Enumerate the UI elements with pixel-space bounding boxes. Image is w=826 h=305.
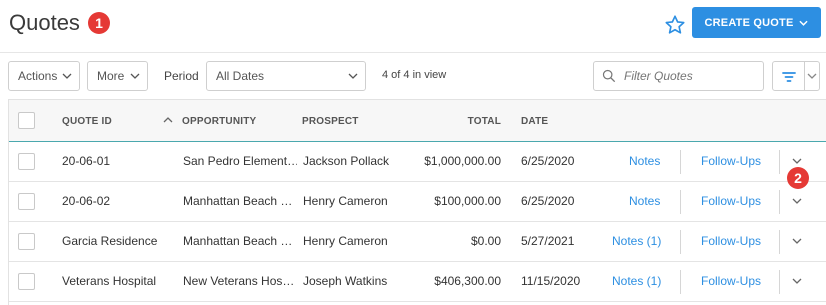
table-row[interactable]: 20-06-02 Manhattan Beach … Henry Cameron…: [9, 182, 826, 222]
row-checkbox[interactable]: [18, 153, 35, 170]
page-title: Quotes: [9, 10, 80, 35]
follow-ups-link[interactable]: Follow-Ups: [701, 234, 761, 248]
toolbar: Actions More Period All Dates 4 of 4 in …: [0, 61, 826, 91]
header-divider: [0, 52, 826, 53]
chevron-down-icon[interactable]: [791, 196, 803, 206]
star-icon[interactable]: [664, 14, 686, 36]
period-value: All Dates: [216, 69, 265, 83]
row-divider: [779, 230, 780, 254]
quote-id-cell[interactable]: 20-06-01: [62, 154, 172, 168]
row-checkbox[interactable]: [18, 233, 35, 250]
filter-options-button[interactable]: [772, 61, 820, 91]
column-header-opportunity[interactable]: OPPORTUNITY: [182, 116, 256, 127]
more-label: More: [97, 69, 125, 83]
period-label: Period: [164, 69, 199, 83]
prospect-cell: Jackson Pollack: [303, 154, 390, 168]
date-cell: 11/15/2020: [521, 274, 581, 288]
quote-id-cell[interactable]: Garcia Residence: [62, 234, 172, 248]
step-badge-1: 1: [88, 12, 110, 34]
page-header: Quotes 1 CREATE QUOTE: [0, 0, 826, 52]
table-row[interactable]: 20-06-01 San Pedro Element… Jackson Poll…: [9, 142, 826, 182]
select-all-checkbox[interactable]: [18, 112, 35, 129]
total-cell: $1,000,000.00: [424, 154, 501, 168]
row-checkbox[interactable]: [18, 193, 35, 210]
follow-ups-link[interactable]: Follow-Ups: [701, 154, 761, 168]
date-cell: 6/25/2020: [521, 194, 575, 208]
actions-label: Actions: [18, 69, 58, 83]
prospect-cell: Joseph Watkins: [303, 274, 388, 288]
total-cell: $100,000.00: [434, 194, 501, 208]
chevron-down-icon[interactable]: [791, 276, 803, 286]
row-divider: [779, 270, 780, 294]
opportunity-cell: Manhattan Beach …: [183, 194, 293, 208]
opportunity-cell: New Veterans Hos…: [183, 274, 295, 288]
column-header-date[interactable]: DATE: [521, 116, 548, 127]
chevron-down-icon: [130, 73, 140, 79]
chevron-down-icon[interactable]: [807, 71, 817, 81]
filter-quotes-field[interactable]: [593, 61, 764, 91]
column-header-total[interactable]: TOTAL: [409, 116, 501, 127]
sort-ascending-icon[interactable]: [163, 116, 173, 124]
prospect-cell: Henry Cameron: [303, 234, 388, 248]
more-dropdown[interactable]: More: [87, 61, 148, 91]
row-divider: [779, 190, 780, 214]
row-divider: [680, 270, 681, 294]
create-quote-button[interactable]: CREATE QUOTE: [692, 7, 821, 38]
opportunity-cell: San Pedro Element…: [183, 154, 297, 168]
column-header-quote-id[interactable]: QUOTE ID: [62, 116, 112, 127]
chevron-down-icon: [348, 73, 358, 79]
notes-link[interactable]: Notes (1): [612, 274, 661, 288]
filter-split-divider: [804, 62, 805, 90]
table-row[interactable]: Veterans Hospital New Veterans Hos… Jose…: [9, 262, 826, 302]
in-view-count: 4 of 4 in view: [382, 69, 447, 81]
notes-link[interactable]: Notes: [629, 194, 660, 208]
date-cell: 6/25/2020: [521, 154, 575, 168]
row-divider: [779, 150, 780, 174]
filter-icon[interactable]: [782, 70, 796, 84]
total-cell: $406,300.00: [434, 274, 501, 288]
notes-link[interactable]: Notes: [629, 154, 660, 168]
quote-id-cell[interactable]: Veterans Hospital: [62, 274, 172, 288]
quote-id-cell[interactable]: 20-06-02: [62, 194, 172, 208]
follow-ups-link[interactable]: Follow-Ups: [701, 194, 761, 208]
quotes-table: QUOTE ID OPPORTUNITY PROSPECT TOTAL DATE…: [8, 99, 826, 305]
actions-dropdown[interactable]: Actions: [8, 61, 80, 91]
chevron-down-icon[interactable]: [791, 236, 803, 246]
chevron-down-icon[interactable]: [791, 156, 803, 166]
row-divider: [680, 190, 681, 214]
period-select[interactable]: All Dates: [206, 61, 366, 91]
total-cell: $0.00: [470, 234, 501, 248]
search-icon: [602, 69, 616, 83]
follow-ups-link[interactable]: Follow-Ups: [701, 274, 761, 288]
step-badge-2: 2: [787, 167, 809, 189]
chevron-down-icon: [62, 73, 72, 79]
table-row[interactable]: Garcia Residence Manhattan Beach … Henry…: [9, 222, 826, 262]
opportunity-cell: Manhattan Beach …: [183, 234, 293, 248]
table-header: QUOTE ID OPPORTUNITY PROSPECT TOTAL DATE: [9, 99, 826, 142]
notes-link[interactable]: Notes (1): [612, 234, 661, 248]
date-cell: 5/27/2021: [521, 234, 575, 248]
filter-quotes-input[interactable]: [624, 69, 754, 83]
row-divider: [680, 150, 681, 174]
column-header-prospect[interactable]: PROSPECT: [302, 116, 359, 127]
row-divider: [680, 230, 681, 254]
chevron-down-icon: [799, 20, 809, 26]
create-quote-label: CREATE QUOTE: [704, 16, 794, 29]
row-checkbox[interactable]: [18, 273, 35, 290]
prospect-cell: Henry Cameron: [303, 194, 388, 208]
